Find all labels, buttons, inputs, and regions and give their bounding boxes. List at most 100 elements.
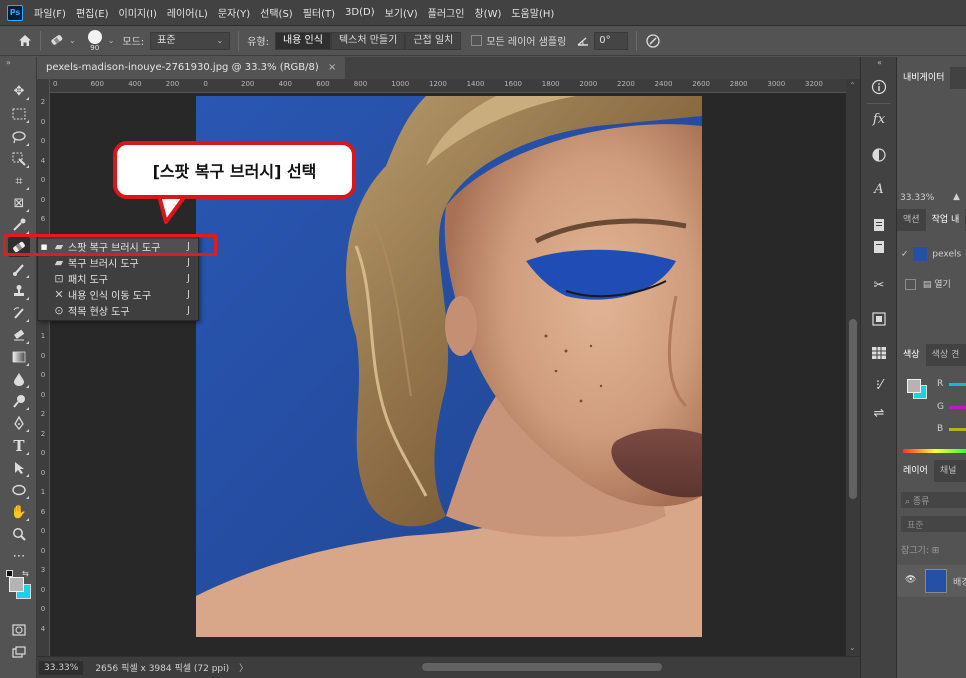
scroll-up-icon[interactable]: ⌃ bbox=[849, 81, 856, 90]
chevron-down-icon[interactable]: ⌄ bbox=[108, 36, 115, 45]
horizontal-scrollbar[interactable] bbox=[242, 661, 842, 673]
channel-r-slider[interactable] bbox=[949, 383, 966, 386]
brush-settings-panel-button[interactable]: ⁝⁄ bbox=[869, 375, 889, 395]
clone-stamp-tool[interactable] bbox=[8, 281, 30, 301]
swatches-panel-button[interactable] bbox=[869, 343, 889, 363]
menu-window[interactable]: 창(W) bbox=[469, 5, 506, 20]
marquee-tool[interactable] bbox=[8, 104, 30, 124]
tab-channels[interactable]: 채널 bbox=[934, 460, 963, 482]
tool-preset-picker[interactable]: ⌄ bbox=[49, 34, 76, 48]
paragraph-panel-button[interactable] bbox=[869, 215, 889, 235]
menu-file[interactable]: 파일(F) bbox=[29, 5, 71, 20]
menu-layer[interactable]: 레이어(L) bbox=[162, 5, 213, 20]
adjustments-panel-button[interactable] bbox=[869, 145, 889, 165]
brush-size-picker[interactable]: 90 bbox=[87, 28, 102, 53]
menu-type[interactable]: 문자(Y) bbox=[213, 5, 255, 20]
vertical-scrollbar-thumb[interactable] bbox=[849, 319, 857, 499]
quick-mask-button[interactable] bbox=[8, 620, 30, 640]
menu-view[interactable]: 보기(V) bbox=[380, 5, 423, 20]
type-create-texture-button[interactable]: 텍스처 만들기 bbox=[330, 31, 406, 50]
tab-color[interactable]: 색상 bbox=[897, 344, 926, 366]
edit-toolbar-button[interactable]: ⋯ bbox=[8, 546, 30, 566]
mode-dropdown[interactable]: 표준 ⌄ bbox=[150, 31, 231, 50]
blend-mode-dropdown[interactable]: 표준 bbox=[901, 516, 966, 532]
menu-plugins[interactable]: 플러그인 bbox=[423, 5, 470, 20]
tools-panel-button[interactable]: ✂ bbox=[869, 275, 889, 295]
type-proximity-match-button[interactable]: 근접 일치 bbox=[405, 31, 462, 50]
flyout-item-patch[interactable]: ⊡ 패치 도구 J bbox=[38, 271, 198, 286]
collapse-panels-icon[interactable]: « bbox=[877, 58, 882, 67]
styles-panel-button[interactable]: fx bbox=[869, 109, 889, 129]
visibility-eye-icon[interactable]: 👁 bbox=[905, 575, 916, 585]
hand-tool[interactable]: ✋ bbox=[8, 502, 30, 522]
channel-b-slider[interactable] bbox=[949, 428, 966, 431]
flyout-item-healing-brush[interactable]: ▰ 복구 브러시 도구 J bbox=[38, 255, 198, 270]
eyedropper-tool[interactable] bbox=[8, 215, 30, 235]
eraser-tool[interactable] bbox=[8, 325, 30, 345]
info-panel-button[interactable] bbox=[869, 77, 889, 97]
brush-presets-panel-button[interactable]: ⇌ bbox=[869, 403, 889, 423]
tab-history[interactable]: 작업 내 bbox=[925, 209, 966, 231]
foreground-color-swatch[interactable] bbox=[907, 379, 921, 393]
flyout-item-content-aware-move[interactable]: ✕ 내용 인식 이동 도구 J bbox=[38, 287, 198, 302]
ruler-origin[interactable] bbox=[37, 79, 50, 93]
blur-tool[interactable] bbox=[8, 369, 30, 389]
angle-input[interactable]: 0° bbox=[594, 31, 629, 50]
character-panel-button[interactable]: A bbox=[869, 179, 889, 199]
type-tool[interactable]: T bbox=[8, 436, 30, 456]
frames-panel-button[interactable] bbox=[869, 309, 889, 329]
lock-transparency-icon[interactable]: ⊞ bbox=[932, 546, 940, 556]
menu-filter[interactable]: 필터(T) bbox=[298, 5, 340, 20]
frame-tool[interactable]: ⊠ bbox=[8, 193, 30, 213]
pressure-size-button[interactable] bbox=[645, 33, 661, 49]
sample-all-layers-option[interactable]: 모든 레이어 샘플링 bbox=[471, 33, 566, 48]
screen-mode-button[interactable] bbox=[8, 642, 30, 662]
menu-image[interactable]: 이미지(I) bbox=[114, 5, 162, 20]
ruler-tick-label: 400 bbox=[128, 80, 142, 88]
flyout-item-red-eye[interactable]: ⊙ 적목 현상 도구 J bbox=[38, 303, 198, 318]
collapse-toolbar-icon[interactable]: » bbox=[6, 58, 11, 67]
default-colors-icon[interactable] bbox=[6, 570, 13, 577]
dodge-tool[interactable] bbox=[8, 391, 30, 411]
menu-select[interactable]: 선택(S) bbox=[255, 5, 298, 20]
history-snapshot-row[interactable]: ✓ pexels bbox=[901, 247, 961, 261]
tab-actions[interactable]: 액션 bbox=[897, 209, 926, 231]
foreground-color-swatch[interactable] bbox=[9, 577, 24, 592]
vertical-scrollbar[interactable]: ⌃ ⌄ bbox=[846, 79, 860, 656]
path-selection-tool[interactable] bbox=[8, 458, 30, 478]
zoom-out-icon[interactable]: ▲ bbox=[953, 192, 960, 202]
menu-3d[interactable]: 3D(D) bbox=[340, 7, 380, 18]
brush-tool[interactable] bbox=[8, 259, 30, 279]
tab-navigator[interactable]: 내비게이터 bbox=[897, 67, 951, 89]
tab-swatches[interactable]: 색상 견 bbox=[926, 344, 966, 366]
zoom-tool[interactable] bbox=[8, 524, 30, 544]
notes-panel-button[interactable] bbox=[869, 237, 889, 257]
sample-all-layers-checkbox[interactable] bbox=[471, 35, 483, 46]
document-tab[interactable]: pexels-madison-inouye-2761930.jpg @ 33.3… bbox=[37, 57, 346, 79]
close-tab-icon[interactable]: × bbox=[328, 62, 336, 73]
horizontal-ruler[interactable]: 0 600 400 200 0 200 400 600 800 1000 1200 1400 1600 1… bbox=[50, 79, 846, 93]
menu-edit[interactable]: 편집(E) bbox=[71, 5, 114, 20]
move-tool[interactable]: ✥ bbox=[8, 81, 30, 101]
navigator-zoom-value[interactable]: 33.33% bbox=[900, 193, 934, 203]
gradient-tool[interactable] bbox=[8, 347, 30, 367]
layer-row[interactable]: 👁 배경 bbox=[897, 565, 966, 597]
channel-g-slider[interactable] bbox=[949, 406, 966, 409]
horizontal-scrollbar-thumb[interactable] bbox=[422, 663, 662, 671]
scroll-down-icon[interactable]: ⌄ bbox=[849, 643, 856, 652]
zoom-level-field[interactable]: 33.33% bbox=[39, 660, 84, 675]
type-content-aware-button[interactable]: 내용 인식 bbox=[274, 31, 331, 50]
home-button[interactable] bbox=[18, 34, 32, 47]
shape-tool[interactable] bbox=[8, 480, 30, 500]
history-open-row[interactable]: ▤ 열기 bbox=[905, 277, 951, 290]
crop-tool[interactable]: ⌗ bbox=[8, 171, 30, 191]
vertical-ruler[interactable]: 2004006008001000220016003004 bbox=[37, 93, 50, 656]
menu-help[interactable]: 도움말(H) bbox=[506, 5, 559, 20]
color-spectrum-bar[interactable] bbox=[903, 449, 966, 453]
layer-filter-field[interactable]: ⌕ 종류 bbox=[901, 492, 966, 508]
tab-layers[interactable]: 레이어 bbox=[897, 460, 934, 482]
lasso-tool[interactable] bbox=[8, 127, 30, 147]
pen-tool[interactable] bbox=[8, 413, 30, 433]
object-selection-tool[interactable] bbox=[8, 149, 30, 169]
history-brush-tool[interactable] bbox=[8, 303, 30, 323]
